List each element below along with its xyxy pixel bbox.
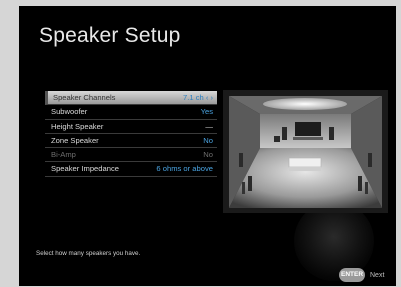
- room-illustration: [223, 90, 388, 213]
- menu-item-speaker-impedance[interactable]: Speaker Impedance 6 ohms or above: [45, 162, 217, 177]
- menu-item-value: —: [205, 121, 213, 131]
- menu-item-speaker-channels[interactable]: Speaker Channels 7.1 ch ‹ ›: [45, 91, 217, 106]
- speaker-setup-screen: Speaker Setup Speaker Channels 7.1 ch ‹ …: [19, 6, 396, 286]
- next-label: Next: [370, 272, 385, 279]
- menu-item-label: Subwoofer: [51, 107, 88, 117]
- speaker-layout-preview: [223, 90, 388, 213]
- menu-item-label: Zone Speaker: [51, 135, 99, 145]
- menu-item-label: Speaker Channels: [53, 93, 116, 102]
- help-hint: Select how many speakers you have.: [36, 250, 141, 257]
- menu-item-label: Speaker Impedance: [51, 164, 119, 174]
- menu-item-value: No: [203, 135, 213, 145]
- menu-item-value: 6 ohms or above: [156, 164, 213, 174]
- menu-item-subwoofer[interactable]: Subwoofer Yes: [45, 105, 217, 120]
- menu-item-value[interactable]: 7.1 ch ‹ ›: [183, 91, 213, 105]
- page-title: Speaker Setup: [39, 24, 181, 47]
- enter-button[interactable]: ENTER: [339, 268, 365, 282]
- menu-item-label: Height Speaker: [51, 121, 104, 131]
- menu-item-height-speaker[interactable]: Height Speaker —: [45, 120, 217, 134]
- menu-item-zone-speaker[interactable]: Zone Speaker No: [45, 134, 217, 149]
- menu-item-bi-amp: Bi-Amp No: [45, 148, 217, 163]
- menu-item-label: Bi-Amp: [51, 150, 76, 160]
- menu-item-value: No: [203, 150, 213, 160]
- menu-item-value: Yes: [200, 107, 213, 117]
- settings-menu: Speaker Channels 7.1 ch ‹ › Subwoofer Ye…: [45, 91, 217, 177]
